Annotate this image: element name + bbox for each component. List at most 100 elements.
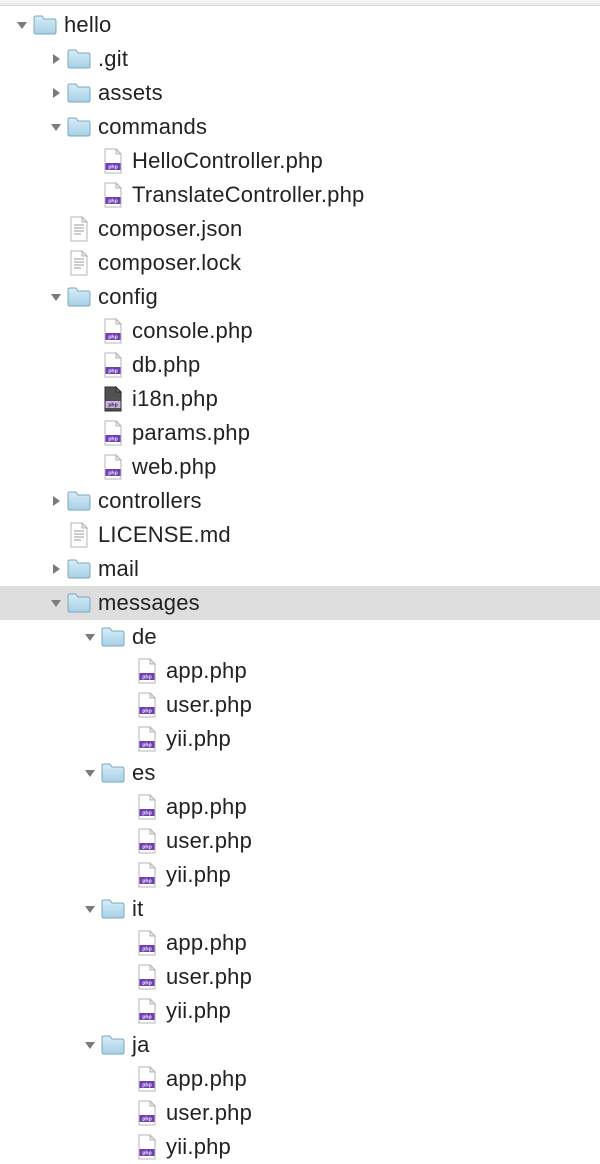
tree-item-label: user.php	[166, 1096, 252, 1130]
php-file-icon: php	[100, 318, 126, 344]
php-file-icon: php	[100, 352, 126, 378]
disclosure-triangle-icon[interactable]	[48, 493, 64, 509]
file-tree[interactable]: hello.gitassetscommands php HelloControlle…	[0, 6, 600, 1164]
folder-de[interactable]: de	[0, 620, 600, 654]
file-es-app-php[interactable]: php app.php	[0, 790, 600, 824]
tree-item-label: HelloController.php	[132, 144, 323, 178]
svg-text:php: php	[142, 743, 152, 749]
file-de-app-php[interactable]: phpapp.php	[0, 654, 600, 688]
file-es-yii-php[interactable]: phpyii.php	[0, 858, 600, 892]
tree-item-label: LICENSE.md	[98, 518, 231, 552]
php-file-icon: php	[100, 454, 126, 480]
disclosure-triangle-icon[interactable]	[14, 17, 30, 33]
php-file-icon: php	[100, 148, 126, 174]
text-file-icon	[66, 522, 92, 548]
tree-item-label: user.php	[166, 824, 252, 858]
tree-item-label: app.php	[166, 1062, 247, 1096]
tree-item-label: commands	[98, 110, 207, 144]
file-license-md[interactable]: LICENSE.md	[0, 518, 600, 552]
folder-es[interactable]: es	[0, 756, 600, 790]
file-params-php[interactable]: php params.php	[0, 416, 600, 450]
file-ja-app-php[interactable]: phpapp.php	[0, 1062, 600, 1096]
svg-text:php: php	[142, 1015, 152, 1021]
folder-icon	[100, 896, 126, 922]
svg-text:php: php	[108, 437, 118, 443]
svg-text:php: php	[142, 1117, 152, 1123]
folder-icon	[66, 488, 92, 514]
php-file-dark-icon: php	[100, 386, 126, 412]
tree-item-label: yii.php	[166, 994, 231, 1028]
php-file-icon: php	[100, 420, 126, 446]
folder-hello[interactable]: hello	[0, 8, 600, 42]
disclosure-triangle-icon[interactable]	[48, 561, 64, 577]
php-file-icon: php	[134, 1134, 160, 1160]
file-it-yii-php[interactable]: php yii.php	[0, 994, 600, 1028]
php-file-icon: php	[134, 930, 160, 956]
file-ja-yii-php[interactable]: phpyii.php	[0, 1130, 600, 1164]
file-ja-user-php[interactable]: php user.php	[0, 1096, 600, 1130]
file-db-php[interactable]: phpdb.php	[0, 348, 600, 382]
svg-text:php: php	[142, 709, 152, 715]
disclosure-triangle-icon[interactable]	[48, 119, 64, 135]
file-hellocontroller-php[interactable]: php HelloController.php	[0, 144, 600, 178]
php-file-icon: php	[134, 658, 160, 684]
folder-it[interactable]: it	[0, 892, 600, 926]
tree-item-label: db.php	[132, 348, 201, 382]
php-file-icon: php	[134, 1100, 160, 1126]
disclosure-triangle-icon[interactable]	[82, 901, 98, 917]
tree-item-label: es	[132, 756, 156, 790]
svg-text:php: php	[142, 981, 152, 987]
tree-item-label: user.php	[166, 960, 252, 994]
tree-item-label: console.php	[132, 314, 253, 348]
php-file-icon: php	[134, 964, 160, 990]
folder-assets[interactable]: assets	[0, 76, 600, 110]
svg-text:php: php	[108, 165, 118, 171]
folder-messages[interactable]: messages	[0, 586, 600, 620]
disclosure-triangle-icon[interactable]	[48, 51, 64, 67]
folder-git[interactable]: .git	[0, 42, 600, 76]
disclosure-triangle-icon[interactable]	[82, 1037, 98, 1053]
folder-ja[interactable]: ja	[0, 1028, 600, 1062]
file-de-user-php[interactable]: php user.php	[0, 688, 600, 722]
disclosure-triangle-icon[interactable]	[48, 289, 64, 305]
svg-text:php: php	[142, 675, 152, 681]
tree-item-label: app.php	[166, 790, 247, 824]
file-it-user-php[interactable]: php user.php	[0, 960, 600, 994]
folder-commands[interactable]: commands	[0, 110, 600, 144]
text-file-icon	[66, 216, 92, 242]
file-es-user-php[interactable]: phpuser.php	[0, 824, 600, 858]
disclosure-triangle-icon[interactable]	[82, 629, 98, 645]
file-i18n-php[interactable]: phpi18n.php	[0, 382, 600, 416]
tree-item-label: app.php	[166, 926, 247, 960]
tree-item-label: config	[98, 280, 158, 314]
file-de-yii-php[interactable]: php yii.php	[0, 722, 600, 756]
php-file-icon: php	[134, 998, 160, 1024]
file-composer-lock[interactable]: composer.lock	[0, 246, 600, 280]
tree-item-label: user.php	[166, 688, 252, 722]
file-web-php[interactable]: phpweb.php	[0, 450, 600, 484]
folder-mail[interactable]: mail	[0, 552, 600, 586]
text-file-icon	[66, 250, 92, 276]
php-file-icon: php	[134, 862, 160, 888]
php-file-icon: php	[134, 726, 160, 752]
file-console-php[interactable]: php console.php	[0, 314, 600, 348]
disclosure-triangle-icon[interactable]	[48, 85, 64, 101]
svg-text:php: php	[142, 947, 152, 953]
svg-text:php: php	[108, 335, 118, 341]
folder-icon	[100, 624, 126, 650]
svg-text:php: php	[142, 811, 152, 817]
folder-config[interactable]: config	[0, 280, 600, 314]
folder-controllers[interactable]: controllers	[0, 484, 600, 518]
folder-icon	[100, 760, 126, 786]
tree-item-label: yii.php	[166, 858, 231, 892]
tree-item-label: yii.php	[166, 722, 231, 756]
tree-item-label: composer.json	[98, 212, 242, 246]
disclosure-triangle-icon[interactable]	[48, 595, 64, 611]
tree-item-label: it	[132, 892, 143, 926]
file-composer-json[interactable]: composer.json	[0, 212, 600, 246]
tree-item-label: i18n.php	[132, 382, 218, 416]
file-it-app-php[interactable]: php app.php	[0, 926, 600, 960]
file-translatecontroller-php[interactable]: phpTranslateController.php	[0, 178, 600, 212]
tree-item-label: params.php	[132, 416, 250, 450]
disclosure-triangle-icon[interactable]	[82, 765, 98, 781]
